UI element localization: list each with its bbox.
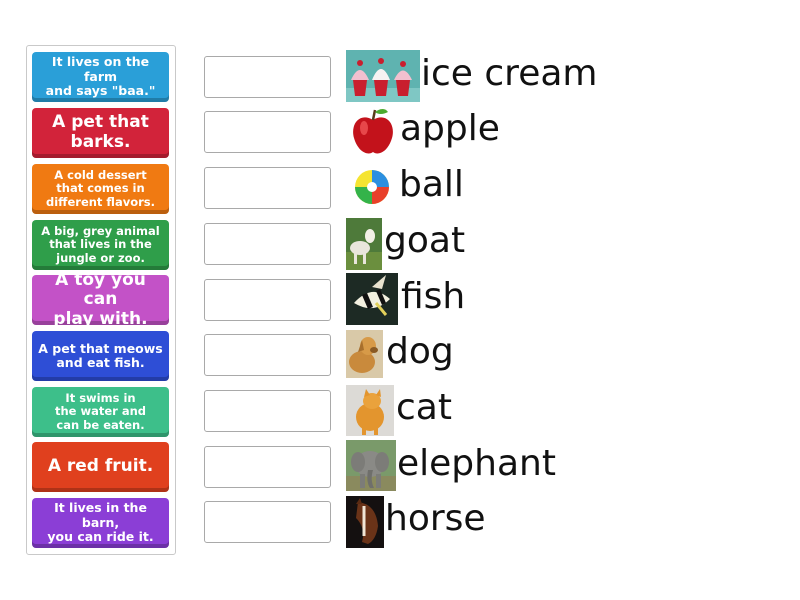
dog-icon [346,330,383,378]
word-goat: goat [384,220,466,261]
clue-card-horse[interactable]: It lives in the barn, you can ride it. [32,498,169,548]
drop-slot-dog[interactable] [204,334,331,376]
word-elephant: elephant [397,443,556,484]
drop-slot-elephant[interactable] [204,446,331,488]
horse-icon [346,496,384,548]
word-horse: horse [385,498,486,539]
clue-card-cat[interactable]: A pet that meows and eat fish. [32,331,169,381]
elephant-icon [346,440,396,491]
clue-card-apple[interactable]: A red fruit. [32,442,169,492]
word-ice-cream: ice cream [421,53,598,94]
word-fish: fish [401,276,466,317]
drop-slot-apple[interactable] [204,111,331,153]
clue-card-fish[interactable]: It swims in the water and can be eaten. [32,387,169,437]
clue-card-elephant[interactable]: A big, grey animal that lives in the jun… [32,220,169,270]
word-apple: apple [400,108,500,149]
fish-icon [346,273,398,325]
drop-slot-horse[interactable] [204,501,331,543]
clue-card-ball[interactable]: A toy you can play with. [32,270,169,329]
clue-card-sheep[interactable]: It lives on the farm and says "baa." [32,52,169,102]
clue-card-ice-cream[interactable]: A cold dessert that comes in different f… [32,164,169,214]
word-cat: cat [396,387,452,428]
word-ball: ball [399,164,464,205]
drop-slot-cat[interactable] [204,390,331,432]
cat-icon [346,385,394,436]
word-dog: dog [386,331,454,372]
goat-icon [346,218,382,270]
clue-card-dog[interactable]: A pet that barks. [32,108,169,158]
beach-ball-icon [353,168,391,206]
cupcakes-icon [346,50,420,102]
drop-slot-goat[interactable] [204,223,331,265]
apple-icon [350,106,396,158]
drop-slot-fish[interactable] [204,279,331,321]
drop-slot-ice-cream[interactable] [204,56,331,98]
drop-slot-ball[interactable] [204,167,331,209]
